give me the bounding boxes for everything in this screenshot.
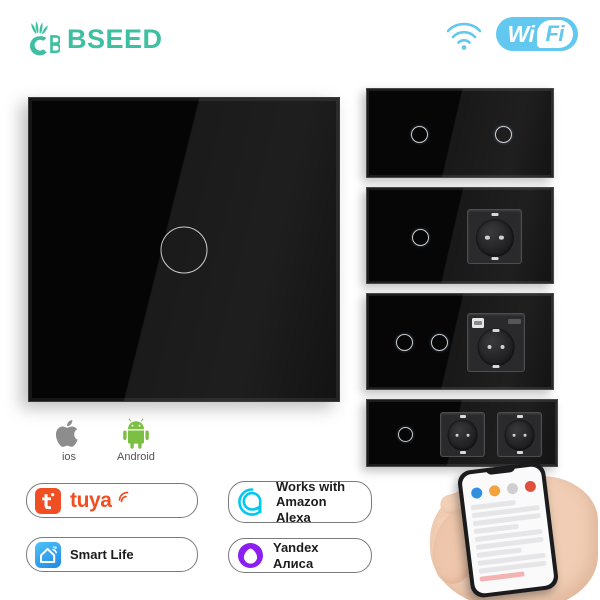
glass-reflection — [367, 188, 553, 283]
os-support-row: ios Android — [55, 418, 155, 463]
socket-pin-hole — [485, 235, 490, 240]
glass-bevel — [367, 188, 553, 283]
socket-pin-hole — [466, 433, 470, 438]
apple-logo-icon — [55, 420, 78, 447]
product-image-canvas: BSEED Wi Fi ios Android tuya Smart Life … — [0, 0, 600, 600]
wifi-badge-wi: Wi — [507, 20, 535, 47]
glass-reflection — [367, 294, 553, 389]
app-icon-alexa[interactable] — [470, 486, 483, 500]
os-item-android: Android — [117, 418, 155, 463]
socket-pin-hole — [499, 235, 504, 240]
socket-pin-hole — [523, 433, 527, 438]
eu-schuko-socket-with-usb[interactable] — [467, 313, 525, 372]
badge-alexa-label: Works with Amazon Alexa — [276, 479, 355, 525]
wifi-signal-icon — [442, 16, 486, 52]
touch-button-circle[interactable] — [160, 226, 208, 273]
eu-schuko-socket[interactable] — [440, 412, 485, 457]
badge-tuya-label: tuya — [70, 488, 112, 512]
eu-schuko-socket[interactable] — [497, 412, 542, 457]
socket-recess — [504, 419, 535, 451]
socket-earth-clip — [516, 451, 523, 454]
app-icon-google[interactable] — [488, 484, 501, 498]
socket-label — [508, 318, 521, 324]
touch-button-circle[interactable] — [396, 334, 413, 351]
os-label-ios: ios — [61, 451, 77, 463]
hero-product-panel — [28, 97, 340, 402]
os-item-ios: ios — [55, 418, 83, 463]
badge-amazon-alexa[interactable]: Works with Amazon Alexa — [228, 479, 372, 525]
badge-alexa-line2: Amazon Alexa — [276, 494, 327, 525]
badge-yandex-label: Yandex Алиса — [273, 540, 319, 571]
socket-earth-clip — [459, 451, 466, 454]
smart-life-house-icon — [35, 541, 61, 568]
socket-earth-clip — [516, 415, 523, 418]
badge-yandex-alice[interactable]: Yandex Алиса — [228, 538, 372, 573]
badge-smart-life[interactable]: Smart Life — [26, 537, 198, 572]
touch-button-circle[interactable] — [495, 126, 512, 143]
app-icon-siri[interactable] — [505, 482, 519, 495]
variant-panel-list — [366, 88, 562, 476]
alexa-ring-icon — [238, 488, 262, 516]
touch-button-circle[interactable] — [398, 427, 413, 442]
variant-panel-two-touch-usb-socket[interactable] — [366, 293, 554, 390]
badge-tuya[interactable]: tuya — [26, 483, 198, 518]
smartphone-device[interactable] — [456, 461, 560, 599]
socket-recess — [447, 419, 478, 451]
socket-pin-hole — [455, 433, 459, 438]
wifi-badge-bubble: Fi — [537, 20, 573, 48]
hand-holding-smartphone — [424, 458, 600, 600]
wifi-badge: Wi Fi — [495, 17, 578, 51]
badge-alexa-line1: Works with — [276, 479, 346, 495]
yandex-alice-icon — [238, 543, 263, 568]
touch-button-circle[interactable] — [431, 334, 448, 351]
socket-earth-clip — [491, 212, 498, 216]
wifi-group: Wi Fi — [442, 16, 578, 52]
android-robot-icon — [123, 418, 149, 449]
variant-panel-double-2-touch[interactable] — [366, 88, 554, 178]
socket-recess — [475, 218, 514, 257]
eu-schuko-socket[interactable] — [467, 209, 522, 264]
tuya-signal-icon — [118, 491, 128, 503]
socket-earth-clip — [491, 257, 498, 261]
variant-panel-touch-plus-double-socket[interactable] — [366, 399, 558, 467]
socket-earth-clip — [459, 415, 466, 418]
badge-smart-life-label: Smart Life — [70, 546, 134, 562]
brand-name: BSEED — [67, 23, 163, 54]
glass-reflection — [367, 89, 553, 177]
glass-bevel — [367, 294, 553, 389]
variant-panel-touch-plus-socket[interactable] — [366, 187, 554, 284]
socket-pin-hole — [512, 433, 516, 438]
sprout-c-logo-icon — [26, 20, 62, 58]
touch-button-circle[interactable] — [412, 229, 429, 246]
usb-port-icon[interactable] — [471, 317, 485, 328]
phone-screen[interactable] — [460, 465, 556, 595]
socket-earth-clip — [492, 328, 500, 332]
os-label-android: Android — [117, 451, 155, 463]
socket-pin-hole — [500, 344, 505, 350]
wifi-badge-fi: Fi — [545, 21, 564, 46]
glass-bevel — [367, 89, 553, 177]
socket-pin-hole — [487, 344, 492, 350]
brand-logo: BSEED — [26, 20, 163, 58]
touch-button-circle[interactable] — [411, 126, 428, 143]
socket-earth-clip — [492, 365, 500, 369]
app-icon-yandex[interactable] — [523, 480, 536, 493]
tuya-tile-icon — [35, 487, 61, 514]
socket-recess — [477, 328, 515, 366]
